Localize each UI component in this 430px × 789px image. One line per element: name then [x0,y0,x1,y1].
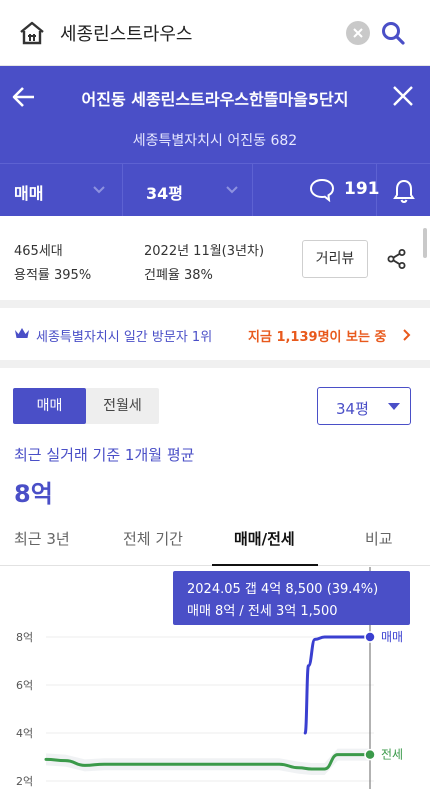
chevron-down-icon [93,186,105,194]
deal-type-toggle: 매매 전월세 [13,388,159,424]
search-bar: 세종린스트라우스 [0,0,430,66]
tab-sale-jeonse[interactable]: 매매/전세 [234,528,295,549]
y-tick-label: 4억 [16,727,33,740]
tab-all-period[interactable]: 전체 기간 [123,528,183,549]
toggle-jeonse-monthly[interactable]: 전월세 [86,388,159,424]
y-tick-label: 2억 [16,775,33,788]
period-tabs: 최근 3년 전체 기간 매매/전세 비교 [0,520,430,566]
complex-title: 어진동 세종린스트라우스한뜰마을5단지 [81,90,349,109]
back-arrow-icon[interactable] [10,83,38,111]
section-divider [0,300,430,308]
sale-series-label: 매매 [381,630,403,644]
y-tick-label: 8억 [16,631,33,644]
built-year: 2022년 11월(3년차) [144,244,265,259]
search-input[interactable]: 세종린스트라우스 [60,20,192,46]
close-icon[interactable] [390,83,416,109]
section-divider [0,360,430,368]
comment-count: 191 [344,179,380,199]
tab-compare[interactable]: 비교 [365,528,393,549]
floor-area-ratio: 용적률 395% [14,268,92,283]
triangle-down-icon [388,403,400,410]
households: 465세대 [14,244,63,259]
sale-endpoint-dot [364,631,376,643]
average-price-value: 8억 [14,480,53,508]
jeonse-series-label: 전세 [381,748,403,762]
deal-type-dropdown[interactable]: 매매 [0,164,123,217]
scrollbar[interactable] [423,228,427,258]
search-icon[interactable] [380,20,406,46]
header-tab-row: 매매 34평 191 [0,163,430,217]
chevron-right-icon [403,329,411,341]
active-tab-indicator [212,564,318,566]
home-icon[interactable] [18,19,46,47]
jeonse-range-area [46,748,370,775]
size-tab-dropdown[interactable]: 34평 [123,164,253,217]
y-tick-label: 6억 [16,679,33,692]
notification-button[interactable] [377,164,430,217]
clear-search-button[interactable] [346,21,370,45]
chevron-down-icon [226,186,238,194]
deal-type-label: 매매 [14,184,44,203]
visitor-ranking-banner[interactable]: 세종특별자치시 일간 방문자 1위 지금 1,139명이 보는 중 [0,308,430,360]
tooltip-price-text: 매매 8억 / 전세 3억 1,500 [187,604,338,619]
tooltip-gap-text: 2024.05 갭 4억 8,500 (39.4%) [187,582,379,597]
close-icon [353,28,363,38]
size-dropdown-label: 34평 [336,400,369,418]
tab-recent-3-years[interactable]: 최근 3년 [14,528,70,549]
complex-summary: 465세대 2022년 11월(3년차) 용적률 395% 건폐율 38% 거리… [0,216,430,300]
size-tab-label: 34평 [146,184,183,203]
visitor-ranking-text: 세종특별자치시 일간 방문자 1위 [36,330,213,345]
road-view-button[interactable]: 거리뷰 [302,240,368,278]
speech-bubble-icon [309,178,335,202]
jeonse-endpoint-dot [364,748,376,761]
size-dropdown[interactable]: 34평 [317,387,411,425]
complex-header: 어진동 세종린스트라우스한뜰마을5단지 세종특별자치시 어진동 682 매매 3… [0,66,430,217]
comments-button[interactable]: 191 [253,164,380,217]
chart-tooltip: 2024.05 갭 4억 8,500 (39.4%) 매매 8억 / 전세 3억… [173,571,410,625]
crown-icon [15,328,29,338]
average-price-label: 최근 실거래 기준 1개월 평균 [14,446,195,464]
complex-address: 세종특별자치시 어진동 682 [132,133,298,149]
share-icon[interactable] [386,248,408,270]
building-coverage-ratio: 건폐율 38% [144,268,213,283]
bell-icon [393,179,415,204]
current-viewers-text: 지금 1,139명이 보는 중 [248,330,387,345]
toggle-sale[interactable]: 매매 [13,388,86,424]
